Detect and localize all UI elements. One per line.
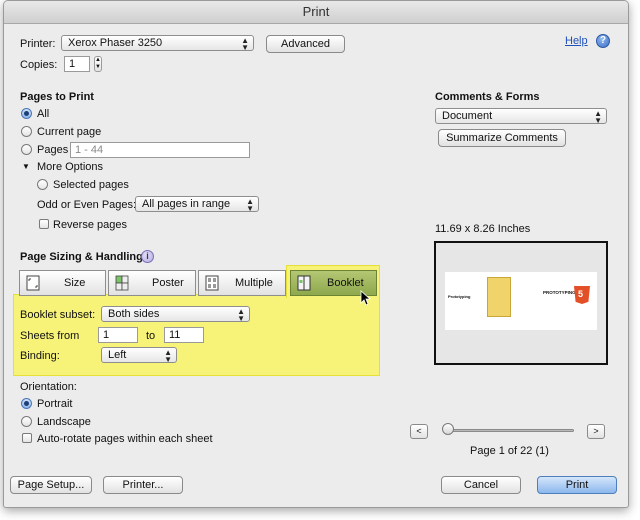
info-icon[interactable]: i	[141, 250, 154, 263]
odd-even-label: Odd or Even Pages:	[37, 199, 137, 211]
preview-left-text: Prototyping	[448, 294, 471, 299]
tab-poster[interactable]: Poster	[108, 270, 196, 296]
binding-select[interactable]: Left ▲ ▼	[101, 347, 177, 364]
radio-pages-label: Pages	[37, 144, 69, 156]
radio-pages[interactable]	[21, 144, 32, 155]
prev-page-button[interactable]: <	[410, 424, 428, 439]
tab-size-label: Size	[64, 277, 86, 289]
popup-arrows-icon: ▲ ▼	[594, 109, 602, 125]
booklet-subset-label: Booklet subset:	[20, 309, 96, 321]
copies-stepper[interactable]: ▲ ▼	[94, 56, 102, 72]
popup-arrows-icon: ▲ ▼	[164, 348, 172, 364]
window-title: Print	[4, 1, 628, 24]
booklet-icon	[297, 275, 311, 291]
preview-yellow-page	[487, 277, 511, 317]
comments-forms-select[interactable]: Document ▲ ▼	[435, 108, 607, 125]
radio-landscape-label: Landscape	[37, 416, 91, 428]
radio-all[interactable]	[21, 108, 32, 119]
print-button[interactable]: Print	[537, 476, 617, 494]
printer-button[interactable]: Printer...	[103, 476, 183, 494]
cancel-button[interactable]: Cancel	[441, 476, 521, 494]
binding-label: Binding:	[20, 350, 60, 362]
copies-label: Copies:	[20, 59, 58, 71]
multiple-icon	[205, 275, 219, 291]
tab-poster-label: Poster	[152, 277, 184, 289]
pages-range-field[interactable]: 1 - 44	[70, 142, 250, 158]
advanced-button[interactable]: Advanced	[266, 35, 345, 53]
sheets-to-label: to	[146, 330, 156, 342]
booklet-subset-value: Both sides	[108, 308, 160, 320]
radio-current-page[interactable]	[21, 126, 32, 137]
help-link[interactable]: Help	[565, 35, 588, 47]
more-options-label[interactable]: More Options	[37, 161, 103, 173]
comments-forms-heading: Comments & Forms	[435, 91, 540, 103]
tab-booklet-label: Booklet	[327, 277, 364, 289]
odd-even-value: All pages in range	[142, 198, 231, 210]
mouse-cursor-icon	[360, 290, 372, 306]
html5-shield-icon: 5	[574, 286, 590, 304]
print-dialog: Print Printer: Xerox Phaser 3250 ▲ ▼ Adva…	[3, 0, 629, 508]
sheets-from-label: Sheets from	[20, 330, 80, 342]
popup-arrows-icon: ▲ ▼	[241, 36, 249, 52]
printer-select[interactable]: Xerox Phaser 3250 ▲ ▼	[61, 35, 254, 52]
page-status: Page 1 of 22 (1)	[470, 445, 549, 457]
printer-value: Xerox Phaser 3250	[68, 37, 163, 49]
booklet-subset-select[interactable]: Both sides ▲ ▼	[101, 306, 250, 323]
reverse-pages-checkbox[interactable]	[39, 219, 49, 229]
sheets-to-field[interactable]: 11	[164, 327, 204, 343]
radio-selected-pages[interactable]	[37, 179, 48, 190]
popup-arrows-icon: ▲ ▼	[246, 197, 254, 213]
orientation-heading: Orientation:	[20, 381, 77, 393]
comments-forms-value: Document	[442, 110, 493, 122]
tab-multiple-label: Multiple	[235, 277, 273, 289]
next-page-button[interactable]: >	[587, 424, 605, 439]
binding-value: Left	[108, 349, 127, 361]
radio-landscape[interactable]	[21, 416, 32, 427]
auto-rotate-label: Auto-rotate pages within each sheet	[37, 433, 213, 445]
page-sizing-heading: Page Sizing & Handling	[20, 251, 143, 263]
preview-frame: Prototyping PROTOTYPING 5	[434, 241, 608, 365]
pages-to-print-heading: Pages to Print	[20, 91, 94, 103]
printer-label: Printer:	[20, 38, 56, 50]
popup-arrows-icon: ▲ ▼	[237, 307, 245, 323]
preview-size-label: 11.69 x 8.26 Inches	[435, 223, 531, 235]
radio-selected-pages-label: Selected pages	[53, 179, 129, 191]
tab-size[interactable]: Size	[19, 270, 106, 296]
sheets-from-field[interactable]: 1	[98, 327, 138, 343]
radio-portrait-label: Portrait	[37, 398, 73, 410]
poster-icon	[115, 275, 129, 291]
tab-multiple[interactable]: Multiple	[198, 270, 286, 296]
odd-even-select[interactable]: All pages in range ▲ ▼	[135, 196, 259, 213]
help-icon[interactable]: ?	[596, 34, 610, 48]
preview-right-text: PROTOTYPING	[543, 290, 576, 295]
copies-field[interactable]: 1	[64, 56, 90, 72]
disclosure-triangle-icon[interactable]: ▼	[22, 162, 30, 171]
preview-sheet: Prototyping PROTOTYPING 5	[445, 272, 597, 330]
radio-current-page-label: Current page	[37, 126, 102, 138]
page-slider-track[interactable]	[444, 429, 574, 432]
radio-all-label: All	[37, 108, 50, 120]
page-setup-button[interactable]: Page Setup...	[10, 476, 92, 494]
summarize-comments-button[interactable]: Summarize Comments	[438, 129, 566, 147]
radio-portrait[interactable]	[21, 398, 32, 409]
page-slider-thumb[interactable]	[442, 423, 454, 435]
size-icon	[26, 275, 40, 291]
reverse-pages-label: Reverse pages	[53, 219, 127, 231]
auto-rotate-checkbox[interactable]	[22, 433, 32, 443]
